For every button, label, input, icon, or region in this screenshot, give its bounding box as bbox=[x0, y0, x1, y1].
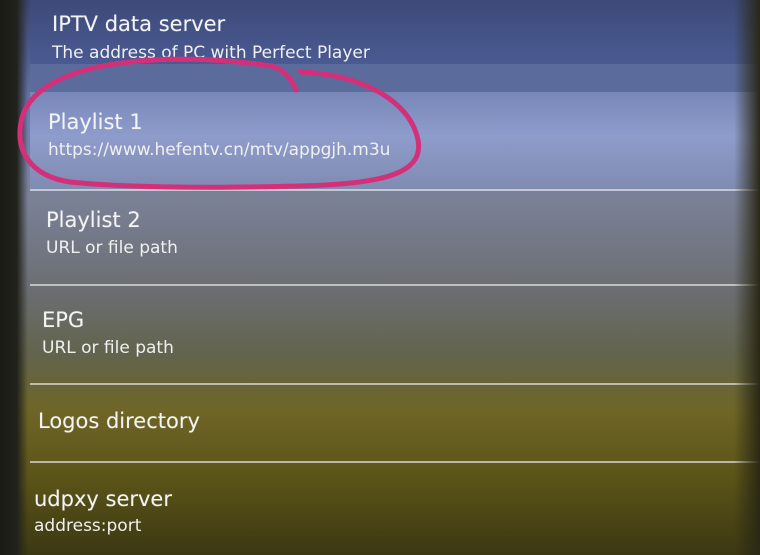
setting-title: Playlist 1 bbox=[48, 110, 143, 134]
setting-title: Playlist 2 bbox=[46, 208, 141, 232]
setting-subtitle: The address of PC with Perfect Player bbox=[52, 43, 370, 63]
setting-logos-directory[interactable]: Logos directory bbox=[0, 385, 760, 461]
setting-title: udpxy server bbox=[34, 487, 172, 511]
setting-title: EPG bbox=[42, 308, 85, 332]
setting-playlist-2[interactable]: Playlist 2 URL or file path bbox=[0, 190, 760, 284]
setting-title: IPTV data server bbox=[52, 12, 226, 36]
setting-title: Logos directory bbox=[38, 409, 200, 433]
setting-subtitle: URL or file path bbox=[42, 338, 174, 358]
setting-playlist-1[interactable]: Playlist 1 https://www.hefentv.cn/mtv/ap… bbox=[0, 92, 760, 190]
settings-screen: IPTV data server The address of PC with … bbox=[0, 0, 760, 555]
screen-bezel-left bbox=[0, 0, 28, 555]
setting-subtitle: URL or file path bbox=[46, 238, 178, 258]
setting-epg[interactable]: EPG URL or file path bbox=[0, 286, 760, 382]
setting-iptv-data-server[interactable]: IPTV data server The address of PC with … bbox=[0, 0, 760, 92]
screen-bezel-right bbox=[734, 0, 760, 555]
setting-subtitle: https://www.hefentv.cn/mtv/appgjh.m3u bbox=[48, 140, 391, 160]
setting-subtitle: address:port bbox=[34, 516, 142, 536]
setting-udpxy-server[interactable]: udpxy server address:port bbox=[0, 463, 760, 555]
